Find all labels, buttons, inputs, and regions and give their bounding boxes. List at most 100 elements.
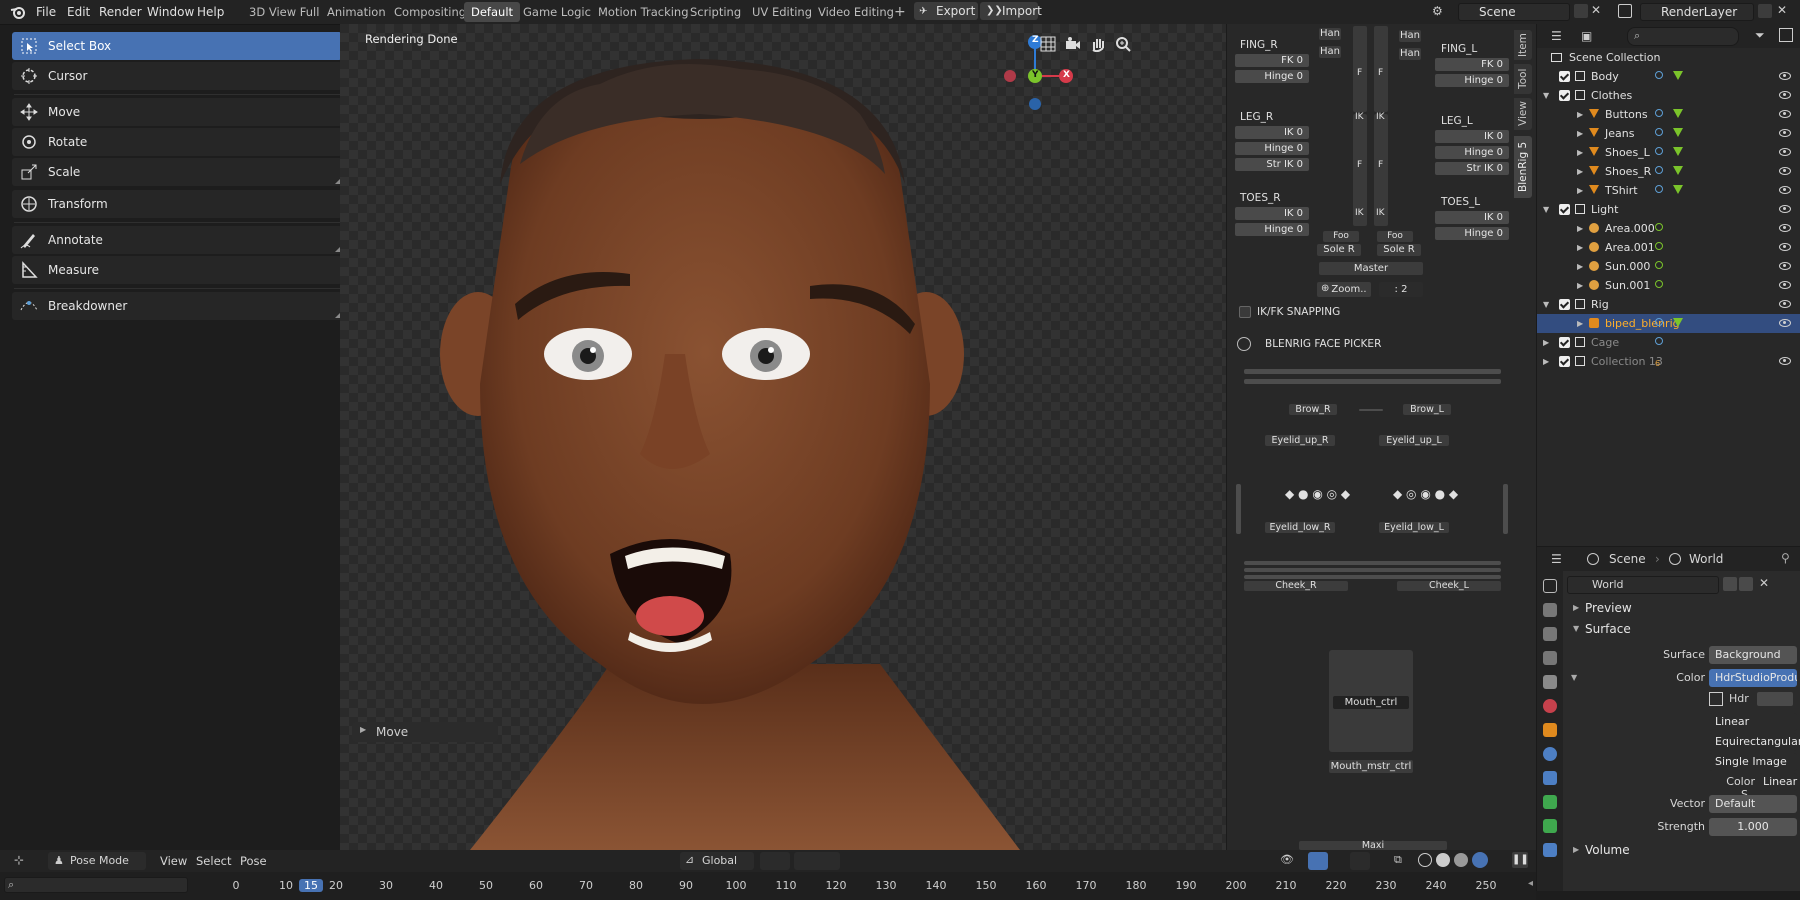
hand-l-button[interactable]: Han (1399, 30, 1421, 42)
interpolation-selector[interactable]: Linear (1709, 713, 1797, 731)
tab-tool[interactable]: Tool (1514, 64, 1532, 94)
master-button[interactable]: Master (1319, 262, 1423, 275)
modifier-icon[interactable] (1655, 318, 1663, 326)
outliner-row-cage[interactable]: ▶ Cage (1537, 333, 1800, 352)
surface-section[interactable]: Surface (1585, 622, 1631, 636)
eye-l-controls[interactable]: ◆ ◎ ◉ ● ◆ (1393, 487, 1458, 501)
expand-caret-icon[interactable]: ▶ (1577, 219, 1583, 238)
object-data-icon[interactable] (1543, 795, 1557, 809)
unlink-world-icon[interactable]: ✕ (1759, 576, 1769, 590)
outliner-row-sun-001[interactable]: ▶ Sun.001 (1537, 276, 1800, 295)
snapping-toggle[interactable] (794, 852, 840, 870)
expand-caret-icon[interactable]: ▶ (1577, 238, 1583, 257)
foot-l-button[interactable]: Foo (1377, 231, 1413, 242)
outliner-row-tshirt[interactable]: ▶ TShirt (1537, 181, 1800, 200)
hinge-toes-l-button[interactable]: Hinge 0 (1435, 227, 1509, 240)
visibility-eye-icon[interactable] (1779, 186, 1791, 194)
visibility-eye-icon[interactable] (1779, 262, 1791, 270)
hand-l-button-2[interactable]: Han (1399, 48, 1421, 60)
overlay-toggle-icon[interactable] (1350, 852, 1370, 870)
expand-caret-icon[interactable]: ▶ (1543, 333, 1549, 352)
mesh-data-icon[interactable] (1673, 71, 1683, 80)
source-selector[interactable]: Single Image (1709, 753, 1797, 771)
mesh-data-icon[interactable] (1673, 128, 1683, 137)
collection-exclude-checkbox[interactable] (1559, 299, 1570, 310)
zoom-value-field[interactable]: : 2 (1379, 282, 1423, 297)
editor-type-icon[interactable]: ☰ (1551, 29, 1562, 43)
menu-view[interactable]: View (160, 854, 187, 868)
menu-select[interactable]: Select (196, 854, 231, 868)
outliner-row-rig[interactable]: ▼ Rig (1537, 295, 1800, 314)
light-data-icon[interactable] (1655, 261, 1663, 269)
volume-expand-icon[interactable]: ▶ (1573, 845, 1579, 854)
grid-toggle-icon[interactable] (1040, 36, 1056, 52)
eyelid-low-r-button[interactable]: Eyelid_low_R (1265, 522, 1335, 533)
visibility-eye-icon[interactable] (1779, 224, 1791, 232)
brow-r-button[interactable]: Brow_R (1289, 404, 1337, 415)
menu-render[interactable]: Render (99, 4, 142, 20)
modifier-icon[interactable] (1655, 166, 1663, 174)
cheek-bar-2[interactable] (1244, 568, 1501, 572)
mouth-ctrl-button[interactable]: Mouth_ctrl (1333, 696, 1409, 709)
new-scene-icon[interactable] (1574, 4, 1588, 18)
modifier-icon[interactable] (1655, 337, 1663, 345)
hinge-fing-l-button[interactable]: Hinge 0 (1435, 74, 1509, 87)
hinge-toes-r-button[interactable]: Hinge 0 (1235, 223, 1309, 236)
image-browse-icon[interactable] (1709, 692, 1723, 706)
tool-breakdowner[interactable]: Breakdowner (12, 292, 342, 320)
tool-rotate[interactable]: Rotate (12, 128, 342, 156)
brow-l-button[interactable]: Brow_L (1403, 404, 1451, 415)
timeline[interactable]: ⌕ 0 10 20 30 40 50 60 70 80 90 100 110 120 130 140 150 1… (0, 872, 1536, 900)
gizmo-toggle-icon[interactable] (1308, 852, 1328, 870)
light-data-icon[interactable] (1655, 242, 1663, 250)
menu-pose[interactable]: Pose (240, 854, 267, 868)
outliner-row-shoes-l[interactable]: ▶ Shoes_L (1537, 143, 1800, 162)
image-name-field[interactable]: Hdr (1725, 691, 1753, 707)
brow-mid-bar[interactable] (1359, 409, 1383, 411)
current-frame-indicator[interactable]: 15 (299, 879, 323, 892)
expand-caret-icon[interactable]: ▼ (1543, 200, 1549, 219)
bone-constraints-icon[interactable] (1543, 843, 1557, 857)
eye-r-controls[interactable]: ◆ ● ◉ ◎ ◆ (1285, 487, 1350, 501)
expand-caret-icon[interactable]: ▼ (1543, 295, 1549, 314)
hand-r-button-2[interactable]: Han (1319, 46, 1341, 58)
forehead-bar[interactable] (1244, 369, 1501, 374)
workspace-tab-game-logic[interactable]: Game Logic (516, 2, 598, 22)
visibility-eye-icon[interactable] (1779, 91, 1791, 99)
mesh-data-icon[interactable] (1673, 166, 1683, 175)
visibility-eye-icon[interactable] (1779, 167, 1791, 175)
eye-r-side-bar[interactable] (1236, 484, 1241, 534)
tool-move[interactable]: Move (12, 98, 342, 126)
eye-l-side-bar[interactable] (1503, 484, 1508, 534)
expand-caret-icon[interactable]: ▶ (1577, 105, 1583, 124)
stretch-ik-leg-r-button[interactable]: Str IK 0 (1235, 158, 1309, 171)
output-properties-icon[interactable] (1543, 627, 1557, 641)
timeline-search-input[interactable] (4, 877, 188, 893)
eyelid-up-l-button[interactable]: Eyelid_up_L (1379, 435, 1449, 446)
strength-field[interactable]: 1.000 (1709, 818, 1797, 836)
vector-input-selector[interactable]: Default (1709, 795, 1797, 813)
light-data-icon[interactable] (1655, 280, 1663, 288)
world-datablock-field[interactable]: World (1567, 576, 1719, 594)
render-layer-selector[interactable]: RenderLayer (1640, 3, 1754, 21)
outliner-row-buttons[interactable]: ▶ Buttons (1537, 105, 1800, 124)
hinge-leg-r-button[interactable]: Hinge 0 (1235, 142, 1309, 155)
sole-l-button[interactable]: Sole R (1377, 244, 1421, 256)
surface-collapse-icon[interactable]: ▼ (1573, 624, 1579, 633)
editor-type-icon[interactable]: ⊹ (14, 853, 24, 867)
mesh-data-icon[interactable] (1673, 147, 1683, 156)
collection-exclude-checkbox[interactable] (1559, 337, 1570, 348)
modifier-icon[interactable] (1655, 147, 1663, 155)
ik-toes-r-button[interactable]: IK 0 (1235, 207, 1309, 220)
visibility-eye-icon[interactable] (1779, 205, 1791, 213)
properties-editor-icon[interactable]: ☰ (1551, 552, 1562, 566)
new-render-layer-icon[interactable] (1758, 4, 1772, 18)
collection-exclude-checkbox[interactable] (1559, 356, 1570, 367)
expand-caret-icon[interactable]: ▶ (1577, 143, 1583, 162)
workspace-tab-3d-view-full[interactable]: 3D View Full (242, 2, 326, 22)
new-collection-icon[interactable] (1779, 28, 1793, 42)
hinge-leg-l-button[interactable]: Hinge 0 (1435, 146, 1509, 159)
modifier-icon[interactable] (1655, 128, 1663, 136)
ik-toes-l-button[interactable]: IK 0 (1435, 211, 1509, 224)
outliner-row-collection-13[interactable]: ▶ Collection 13 6 (1537, 352, 1800, 371)
